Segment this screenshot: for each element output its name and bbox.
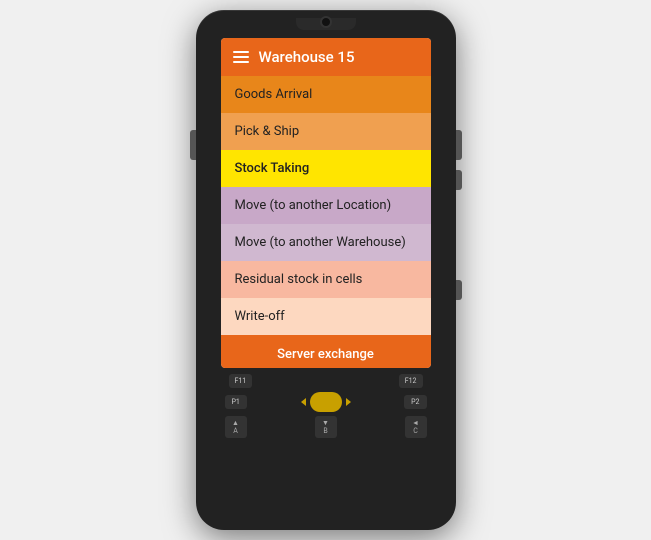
camera xyxy=(320,16,332,28)
btn-c[interactable]: ◄C xyxy=(405,416,427,438)
menu-item-move-location[interactable]: Move (to another Location) xyxy=(221,187,431,224)
menu-item-move-warehouse[interactable]: Move (to another Warehouse) xyxy=(221,224,431,261)
p-row: P1 P2 xyxy=(221,392,431,412)
hamburger-line-3 xyxy=(233,61,249,63)
dpad-center[interactable] xyxy=(310,392,342,412)
fn12-button[interactable]: F12 xyxy=(399,374,423,388)
menu-item-goods-arrival[interactable]: Goods Arrival xyxy=(221,76,431,113)
side-button-right2[interactable] xyxy=(456,170,462,190)
device-top xyxy=(196,10,456,34)
handheld-device: Warehouse 15 Goods Arrival Pick & Ship S… xyxy=(196,10,456,530)
device-screen: Warehouse 15 Goods Arrival Pick & Ship S… xyxy=(221,38,431,368)
dpad-left[interactable] xyxy=(301,398,306,406)
p1-button[interactable]: P1 xyxy=(225,395,247,409)
fn-row: F11 F12 xyxy=(221,374,431,388)
dpad-right[interactable] xyxy=(346,398,351,406)
abc-row: ▲A ▼B ◄C xyxy=(221,416,431,438)
menu-item-stock-taking[interactable]: Stock Taking xyxy=(221,150,431,187)
hamburger-line-1 xyxy=(233,51,249,53)
fn11-button[interactable]: F11 xyxy=(229,374,253,388)
dpad xyxy=(299,392,353,412)
menu-item-residual-stock[interactable]: Residual stock in cells xyxy=(221,261,431,298)
side-button-right3[interactable] xyxy=(456,280,462,300)
app-header: Warehouse 15 xyxy=(221,38,431,76)
app-title: Warehouse 15 xyxy=(259,48,355,66)
server-exchange-button[interactable]: Server exchange xyxy=(221,335,431,368)
btn-a[interactable]: ▲A xyxy=(225,416,247,438)
side-button-left[interactable] xyxy=(190,130,196,160)
side-button-right[interactable] xyxy=(456,130,462,160)
menu-item-write-off[interactable]: Write-off xyxy=(221,298,431,335)
p2-button[interactable]: P2 xyxy=(404,395,426,409)
menu-item-pick-ship[interactable]: Pick & Ship xyxy=(221,113,431,150)
btn-b[interactable]: ▼B xyxy=(315,416,337,438)
keypad-area: F11 F12 P1 P2 ▲A ▼B ◄C xyxy=(221,374,431,440)
hamburger-button[interactable] xyxy=(233,51,249,63)
hamburger-line-2 xyxy=(233,56,249,58)
